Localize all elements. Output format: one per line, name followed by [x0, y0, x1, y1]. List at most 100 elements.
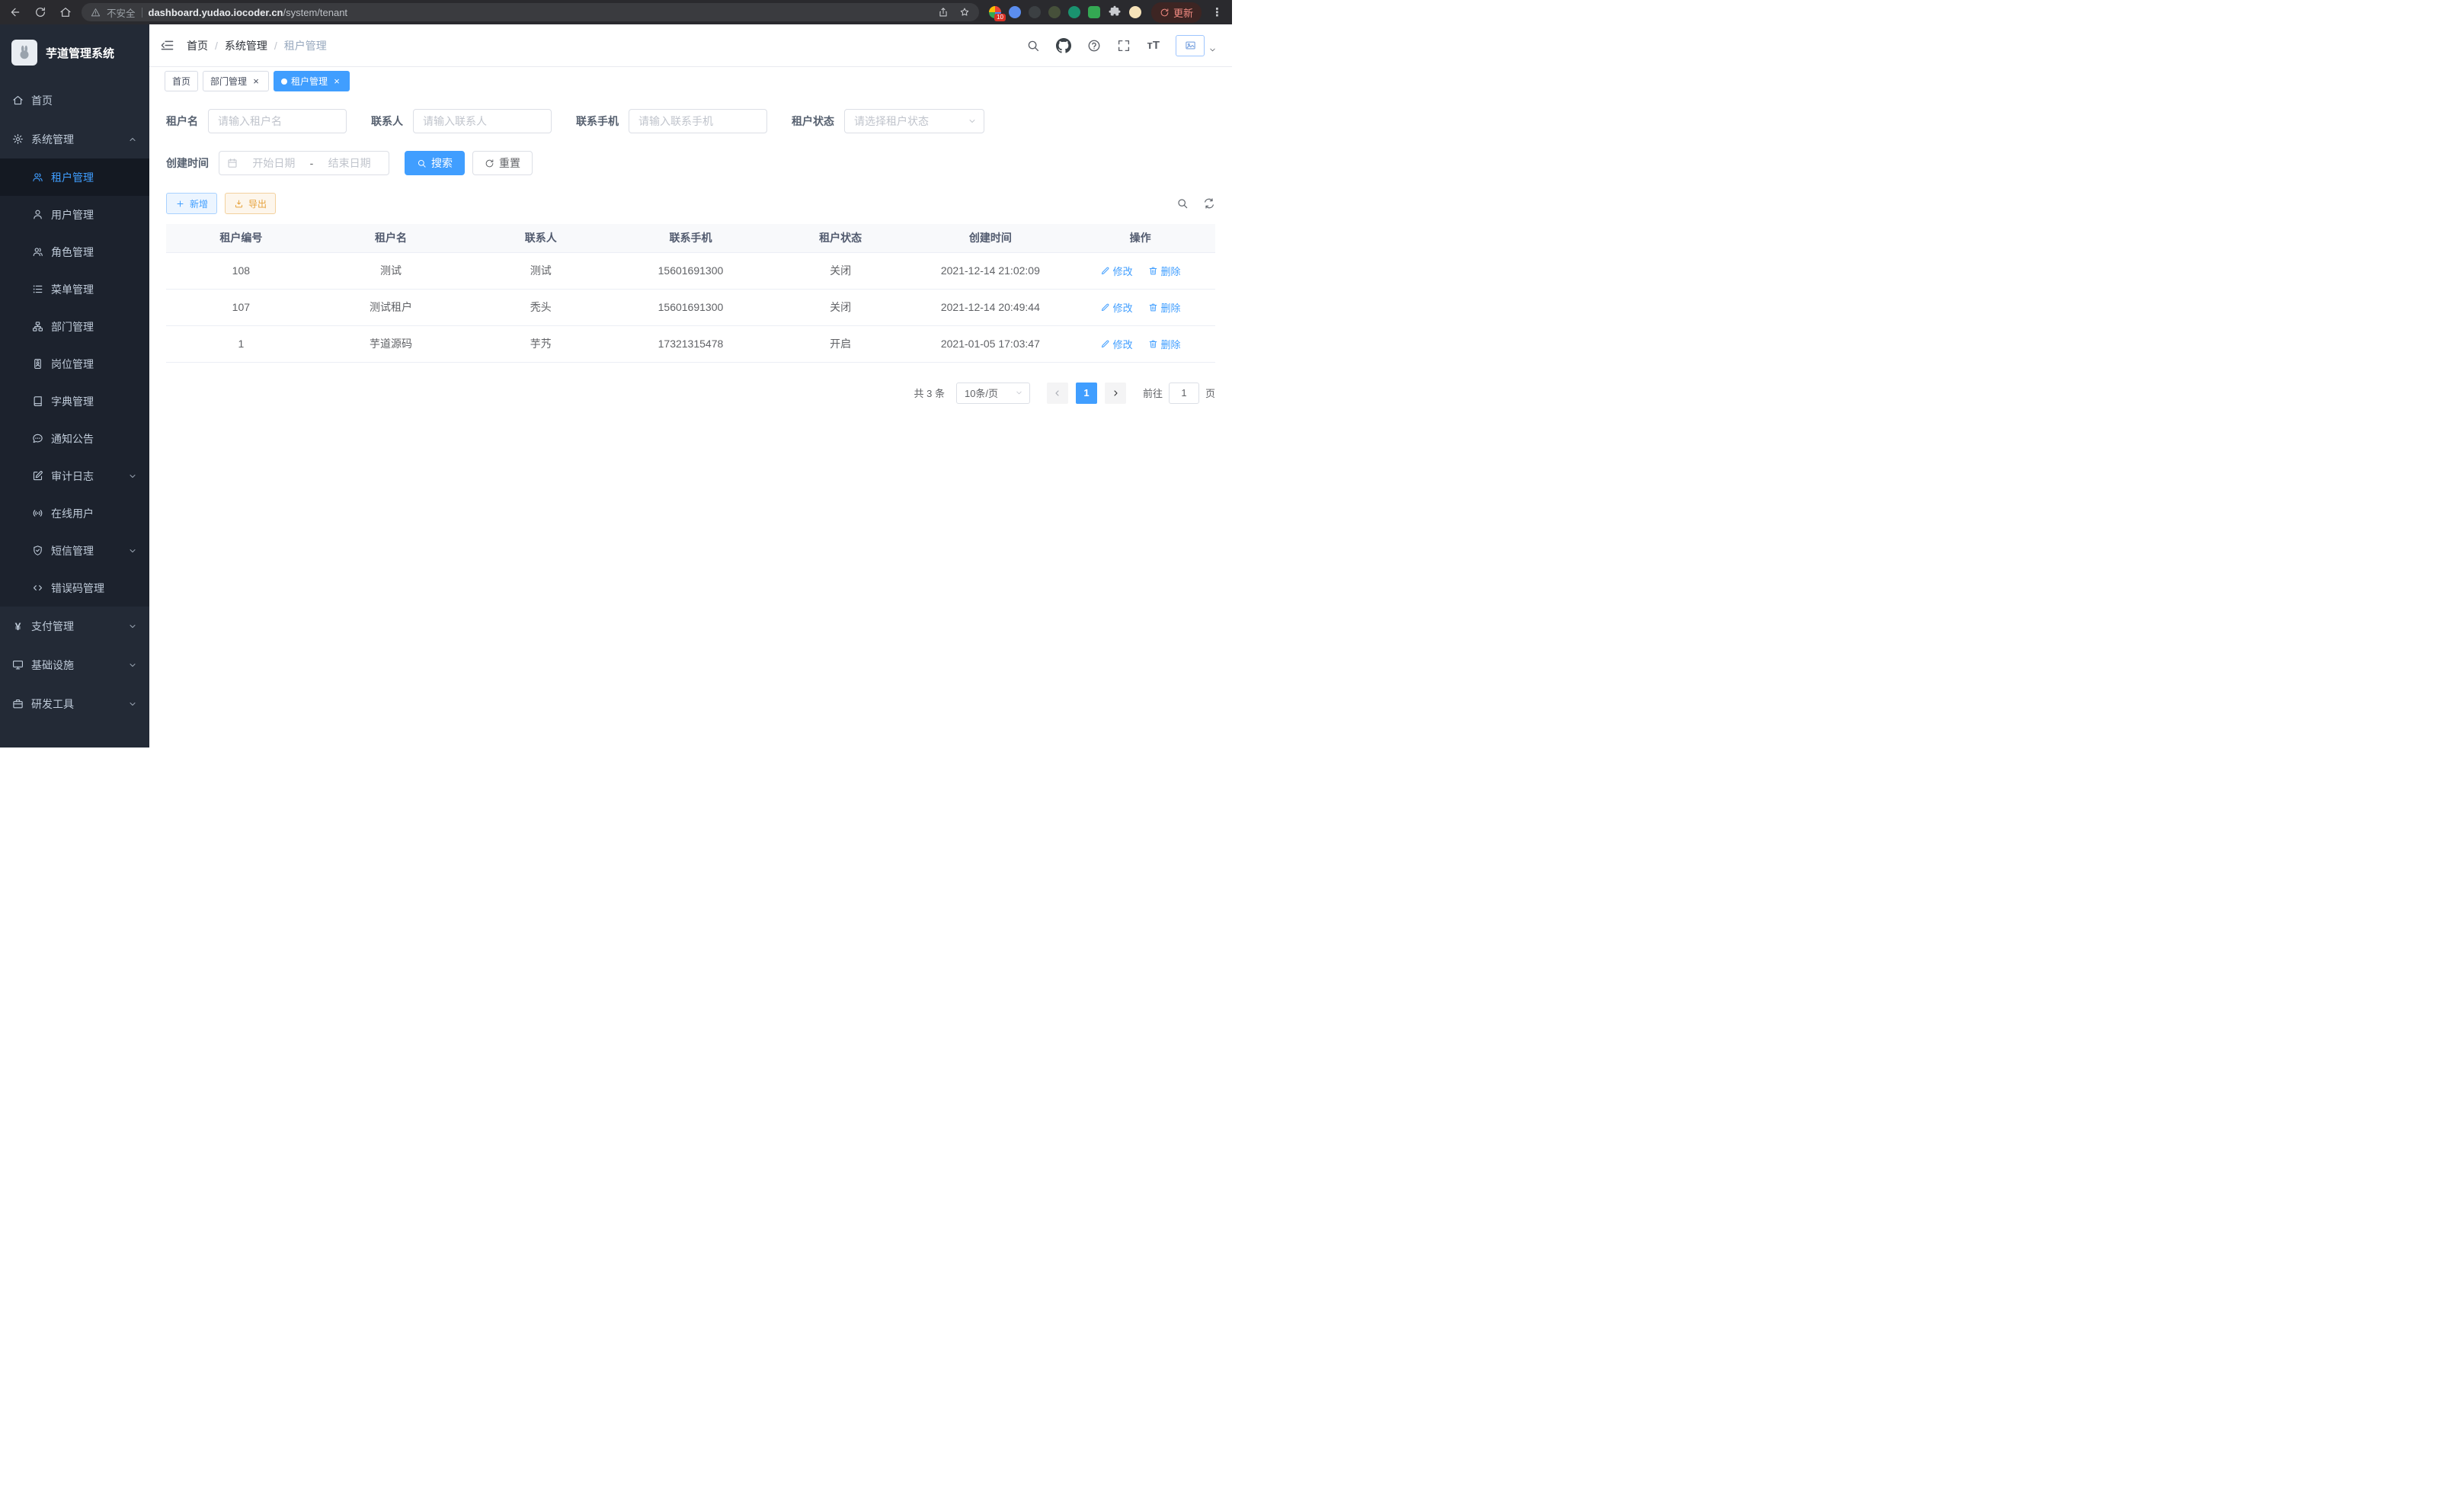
- sidebar-item-notice[interactable]: 通知公告: [0, 420, 149, 457]
- code-icon: [32, 582, 43, 594]
- pencil-icon: [1100, 303, 1110, 312]
- breadcrumb-system[interactable]: 系统管理: [225, 38, 267, 53]
- dictionary-book-icon: [32, 395, 43, 407]
- tenant-name-input[interactable]: [208, 109, 347, 133]
- edit-button[interactable]: 修改: [1100, 264, 1133, 278]
- tenant-status-select[interactable]: 请选择租户状态: [844, 109, 984, 133]
- home-browser-icon[interactable]: [59, 6, 72, 18]
- edit-button[interactable]: 修改: [1100, 300, 1133, 315]
- extension-icon[interactable]: 10: [989, 6, 1001, 18]
- extension-icon[interactable]: [1029, 6, 1041, 18]
- extension-icon[interactable]: [1009, 6, 1021, 18]
- extension-icon[interactable]: [1088, 6, 1100, 18]
- edit-button[interactable]: 修改: [1100, 337, 1133, 351]
- reload-icon[interactable]: [34, 6, 46, 18]
- table-row: 1 芋道源码 芋艿 17321315478 开启 2021-01-05 17:0…: [166, 325, 1215, 362]
- extension-badge: 10: [994, 14, 1006, 21]
- sidebar-item-dept[interactable]: 部门管理: [0, 308, 149, 345]
- sidebar-item-sms[interactable]: 短信管理: [0, 532, 149, 569]
- close-icon[interactable]: ×: [331, 76, 342, 87]
- extension-icon[interactable]: [1048, 6, 1061, 18]
- reset-button[interactable]: 重置: [472, 151, 533, 175]
- pagination: 共 3 条 10条/页 1 前往 页: [166, 383, 1215, 404]
- sidebar-item-pay[interactable]: ¥ 支付管理: [0, 607, 149, 645]
- contact-input[interactable]: [413, 109, 552, 133]
- trash-icon: [1148, 266, 1158, 276]
- message-bubble-icon: [32, 433, 43, 444]
- close-icon[interactable]: ×: [251, 76, 261, 87]
- delete-button[interactable]: 删除: [1148, 300, 1181, 315]
- puzzle-extensions-icon[interactable]: [1108, 5, 1122, 19]
- pagination-total: 共 3 条: [914, 386, 945, 400]
- table-row: 107 测试租户 秃头 15601691300 关闭 2021-12-14 20…: [166, 289, 1215, 325]
- search-button[interactable]: 搜索: [405, 151, 465, 175]
- tab-tenant[interactable]: 租户管理×: [274, 71, 350, 91]
- warning-icon: [91, 8, 101, 18]
- sidebar-item-tenant[interactable]: 租户管理: [0, 158, 149, 196]
- table-header-row: 租户编号 租户名 联系人 联系手机 租户状态 创建时间 操作: [166, 224, 1215, 252]
- page-size-select[interactable]: 10条/页: [956, 383, 1030, 404]
- sidebar-item-dict[interactable]: 字典管理: [0, 383, 149, 420]
- refresh-table-icon[interactable]: [1203, 197, 1215, 210]
- search-icon[interactable]: [1026, 39, 1040, 53]
- sidebar-item-errorcode[interactable]: 错误码管理: [0, 569, 149, 607]
- fullscreen-icon[interactable]: [1117, 39, 1131, 53]
- delete-button[interactable]: 删除: [1148, 337, 1181, 351]
- user-avatar-menu[interactable]: [1176, 35, 1217, 56]
- tabs-bar: 首页 部门管理× 租户管理×: [149, 67, 1232, 95]
- sidebar: 芋道管理系统 首页 系统管理 租户管理 用户管理 角色管理: [0, 24, 149, 748]
- sidebar-item-home[interactable]: 首页: [0, 81, 149, 120]
- browser-update-button[interactable]: 更新: [1151, 2, 1202, 23]
- next-page-button[interactable]: [1105, 383, 1126, 404]
- sidebar-fold-icon[interactable]: [160, 38, 174, 53]
- browser-menu-icon[interactable]: ⋮: [1211, 5, 1223, 19]
- update-refresh-icon: [1160, 8, 1170, 18]
- tenant-name-label: 租户名: [166, 114, 198, 129]
- sidebar-item-post[interactable]: 岗位管理: [0, 345, 149, 383]
- tab-home[interactable]: 首页: [165, 71, 198, 91]
- share-icon[interactable]: [938, 7, 949, 18]
- chevron-down-icon: [128, 546, 137, 555]
- calendar-icon: [227, 158, 238, 168]
- col-tenant-id: 租户编号: [166, 224, 316, 252]
- breadcrumb: 首页 / 系统管理 / 租户管理: [187, 38, 327, 53]
- bookmark-star-icon[interactable]: [959, 7, 970, 18]
- sidebar-item-menu[interactable]: 菜单管理: [0, 271, 149, 308]
- delete-button[interactable]: 删除: [1148, 264, 1181, 278]
- sidebar-item-online-user[interactable]: 在线用户: [0, 495, 149, 532]
- mobile-input[interactable]: [629, 109, 767, 133]
- font-size-icon[interactable]: тT: [1147, 39, 1160, 52]
- breadcrumb-home[interactable]: 首页: [187, 38, 208, 53]
- toolbox-icon: [12, 698, 24, 709]
- sidebar-item-devtool[interactable]: 研发工具: [0, 684, 149, 723]
- extension-icon[interactable]: [1068, 6, 1080, 18]
- sidebar-item-user[interactable]: 用户管理: [0, 196, 149, 233]
- profile-avatar-icon[interactable]: [1129, 6, 1141, 18]
- sidebar-item-role[interactable]: 角色管理: [0, 233, 149, 271]
- add-button[interactable]: 新增: [166, 193, 217, 214]
- rabbit-logo-icon: [11, 40, 37, 66]
- search-toggle-icon[interactable]: [1176, 197, 1189, 210]
- pencil-icon: [1100, 266, 1110, 276]
- sidebar-item-audit-log[interactable]: 审计日志: [0, 457, 149, 495]
- help-icon[interactable]: [1087, 39, 1101, 53]
- browser-chrome: 不安全 dashboard.yudao.iocoder.cn/system/te…: [0, 0, 1232, 24]
- sidebar-item-infra[interactable]: 基础设施: [0, 645, 149, 684]
- sidebar-item-system[interactable]: 系统管理: [0, 120, 149, 158]
- current-page-button[interactable]: 1: [1076, 383, 1097, 404]
- app-logo[interactable]: 芋道管理系统: [0, 24, 149, 81]
- breadcrumb-current: 租户管理: [284, 38, 327, 53]
- github-icon[interactable]: [1056, 38, 1071, 53]
- table-toolbar: 新增 导出: [166, 193, 1215, 214]
- create-time-range-picker[interactable]: 开始日期 - 结束日期: [219, 151, 389, 175]
- pencil-icon: [1100, 339, 1110, 349]
- prev-page-button[interactable]: [1047, 383, 1068, 404]
- goto-page-input[interactable]: [1169, 383, 1199, 404]
- gear-icon: [12, 133, 24, 145]
- tab-dept[interactable]: 部门管理×: [203, 71, 269, 91]
- chevron-down-icon: [128, 661, 137, 670]
- export-button[interactable]: 导出: [225, 193, 276, 214]
- back-icon[interactable]: [9, 6, 21, 18]
- top-navbar: 首页 / 系统管理 / 租户管理 тT: [149, 24, 1232, 67]
- address-bar[interactable]: 不安全 dashboard.yudao.iocoder.cn/system/te…: [82, 3, 979, 21]
